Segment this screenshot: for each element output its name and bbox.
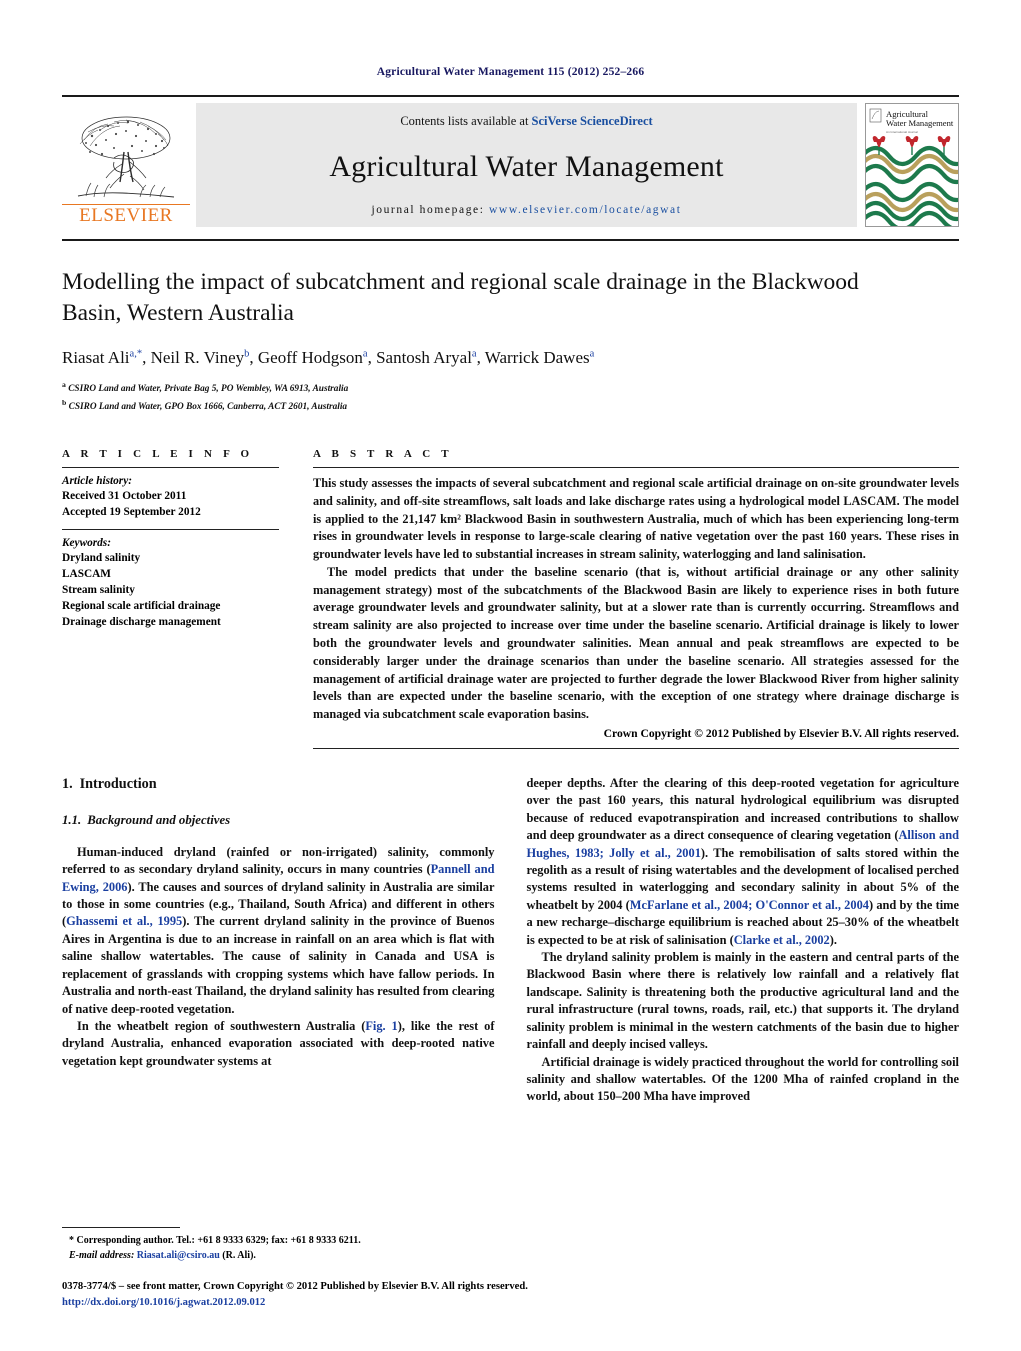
article-received-date: Received 31 October 2011 [62,490,187,503]
citation-link[interactable]: McFarlane et al., 2004; O'Connor et al.,… [630,898,869,912]
subsection-number: 1.1. [62,812,82,827]
body-columns: 1. Introduction 1.1. Background and object… [62,775,959,1106]
body-paragraph: The dryland salinity problem is mainly i… [526,950,960,1052]
article-info-heading: A R T I C L E I N F O [62,448,254,461]
info-abstract-block: A R T I C L E I N F O Article history: R… [62,448,959,749]
footnote-divider [62,1227,180,1228]
page-title: Modelling the impact of subcatchment and… [62,269,859,327]
section-title: Introduction [79,775,157,792]
article-history-label: Article history: [62,475,132,488]
keyword-item: Drainage discharge management [62,616,221,629]
abstract-body: This study assesses the impacts of sever… [313,475,959,724]
intro-right-paragraphs: deeper depths. After the clearing of thi… [527,775,960,1106]
svg-text:An International Journal: An International Journal [886,130,918,134]
citation-link[interactable]: Pannell and Ewing, 2006 [62,862,495,893]
contents-prefix: Contents lists available at [400,114,532,128]
title-divider [62,239,959,241]
body-column-right: deeper depths. After the clearing of thi… [527,775,960,1106]
elsevier-logo: ELSEVIER [62,103,190,227]
keyword-item: Dryland salinity [62,552,141,565]
email-label: E-mail address: [69,1250,135,1261]
abstract-paragraph: The model predicts that under the baseli… [313,564,959,722]
author-list: Riasat Alia,*, Neil R. Vineyb, Geoff Hod… [62,348,595,368]
homepage-prefix: journal homepage: [371,204,490,216]
affiliation-marker-b: b [62,398,67,408]
keyword-item: LASCAM [62,568,111,581]
subsection-heading-background: 1.1. Background and objectives [62,812,495,830]
email-link[interactable]: Riasat.ali@csiro.au [137,1250,220,1261]
affiliation-b: b CSIRO Land and Water, GPO Box 1666, Ca… [62,397,959,415]
article-info-divider [62,467,279,469]
journal-homepage-link[interactable]: www.elsevier.com/locate/agwat [489,204,682,216]
running-head: Agricultural Water Management 115 (2012)… [376,66,645,78]
body-paragraph: Human-induced dryland (rainfed or non-ir… [62,844,495,1016]
paper-page: Agricultural Water Management 115 (2012)… [0,0,1021,1351]
elsevier-tree-icon [70,112,182,204]
affiliation-a: a CSIRO Land and Water, Private Bag 5, P… [62,379,959,397]
body-paragraph: Artificial drainage is widely practiced … [526,1054,960,1104]
journal-masthead: ELSEVIER Contents lists available at Sci… [62,95,959,227]
citation-link[interactable]: Ghassemi et al., 1995 [66,914,182,928]
citation-link[interactable]: Clarke et al., 2002 [734,933,830,947]
contents-panel: Contents lists available at SciVerse Sci… [196,103,857,227]
keywords-label: Keywords: [62,537,111,550]
sciencedirect-link[interactable]: SciVerse ScienceDirect [532,114,653,128]
abstract-heading: A B S T R A C T [313,448,453,461]
citation-link[interactable]: Fig. 1 [365,1019,397,1033]
svg-text:Water Management: Water Management [886,118,954,128]
keywords-divider [62,529,279,531]
body-column-left: 1. Introduction 1.1. Background and object… [62,775,495,1106]
journal-title: Agricultural Water Management [329,149,724,183]
body-paragraph: In the wheatbelt region of southwestern … [62,1018,495,1068]
corresponding-author-note: * Corresponding author. Tel.: +61 8 9333… [69,1235,361,1246]
doi-link[interactable]: http://dx.doi.org/10.1016/j.agwat.2012.0… [62,1295,762,1311]
elsevier-wordmark: ELSEVIER [62,204,190,225]
abstract-paragraph: This study assesses the impacts of sever… [313,476,959,562]
subsection-title: Background and objectives [87,812,231,827]
keyword-item: Regional scale artificial drainage [62,600,221,613]
abstract-column: A B S T R A C T This study assesses the … [307,448,959,749]
affiliation-a-text: CSIRO Land and Water, Private Bag 5, PO … [68,384,349,395]
affiliation-marker-a: a [62,380,66,390]
section-number: 1. [62,775,73,792]
email-note: E-mail address: Riasat.ali@csiro.au (R. … [62,1248,487,1263]
affiliation-b-text: CSIRO Land and Water, GPO Box 1666, Canb… [68,402,348,413]
abstract-divider [313,467,959,469]
intro-left-paragraphs: Human-induced dryland (rainfed or non-ir… [62,844,495,1070]
citation-link[interactable]: Allison and Hughes, 1983; Jolly et al., … [527,828,959,859]
section-heading-introduction: 1. Introduction [62,775,495,795]
keyword-item: Stream salinity [62,584,135,597]
body-paragraph: deeper depths. After the clearing of thi… [526,775,960,947]
abstract-bottom-divider [313,747,959,749]
journal-homepage-line: journal homepage: www.elsevier.com/locat… [371,204,681,216]
email-owner: (R. Ali). [222,1250,256,1261]
article-info-column: A R T I C L E I N F O Article history: R… [62,448,307,630]
issn-front-matter: 0378-3774/$ – see front matter, Crown Co… [62,1281,528,1293]
footer-meta: 0378-3774/$ – see front matter, Crown Co… [62,1279,762,1311]
contents-available-line: Contents lists available at SciVerse Sci… [400,114,652,129]
affiliations: a CSIRO Land and Water, Private Bag 5, P… [62,379,959,415]
footnote-block: * Corresponding author. Tel.: +61 8 9333… [62,1227,487,1263]
journal-cover-thumbnail: Agricultural Water Management An Interna… [865,103,959,227]
abstract-copyright: Crown Copyright © 2012 Published by Else… [603,726,959,740]
article-accepted-date: Accepted 19 September 2012 [62,506,201,519]
